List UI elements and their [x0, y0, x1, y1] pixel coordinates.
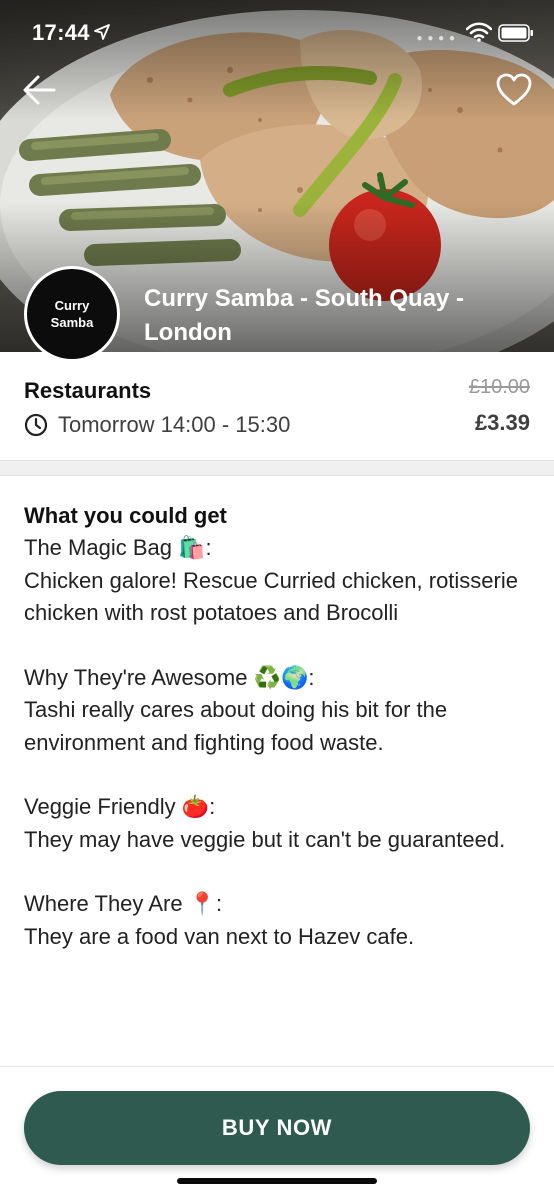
buy-now-button[interactable]: BUY NOW [24, 1091, 530, 1165]
description: What you could get The Magic Bag 🛍️: Chi… [24, 500, 534, 985]
section-text: Tashi really cares about doing his bit f… [24, 697, 448, 755]
heart-icon [496, 73, 532, 106]
favorite-button[interactable] [494, 70, 534, 110]
status-bar: 17:44 ● ● ● ● [0, 0, 554, 64]
original-price: £10.00 [468, 376, 530, 398]
description-heading: What you could get [24, 503, 227, 528]
category-label: Restaurants [24, 378, 152, 403]
pickup-time: Tomorrow 14:00 - 15:30 [24, 410, 290, 440]
section-label: The Magic Bag 🛍️: [24, 535, 212, 560]
section-text: They may have veggie but it can't be gua… [24, 826, 506, 852]
wifi-icon [466, 22, 492, 42]
store-logo-line1: Curry [54, 298, 90, 313]
arrow-left-icon [23, 75, 56, 105]
home-indicator[interactable] [177, 1178, 377, 1184]
section-label: Veggie Friendly 🍅: [24, 794, 216, 819]
description-section: Where They Are 📍: They are a food van ne… [24, 888, 534, 953]
section-divider [0, 460, 554, 476]
clock-icon [24, 413, 48, 437]
store-name: Curry Samba - South Quay - London [144, 285, 465, 346]
status-time: 17:44 [32, 20, 90, 45]
store-logo-line2: Samba [50, 315, 94, 330]
section-text: They are a food van next to Hazev cafe. [24, 923, 415, 949]
section-text: Chicken galore! Rescue Curried chicken, … [24, 567, 518, 626]
pickup-time-text: Tomorrow 14:00 - 15:30 [58, 412, 291, 437]
store-logo: Curry Samba [24, 266, 120, 362]
description-section: Veggie Friendly 🍅: They may have veggie … [24, 791, 534, 856]
battery-icon [498, 24, 533, 42]
price: £3.39 [474, 410, 530, 435]
description-section: Why They're Awesome ♻️🌍: Tashi really ca… [24, 662, 534, 760]
section-label: Where They Are 📍: [24, 891, 223, 916]
signal-icon: ● ● ● ● [416, 33, 456, 44]
offer-info: Restaurants Tomorrow 14:00 - 15:30 £10.0… [0, 352, 554, 460]
description-section: The Magic Bag 🛍️: Chicken galore! Rescue… [24, 532, 534, 630]
section-label: Why They're Awesome ♻️🌍: [24, 664, 315, 690]
back-button[interactable] [20, 70, 60, 110]
location-arrow-icon [94, 24, 110, 40]
